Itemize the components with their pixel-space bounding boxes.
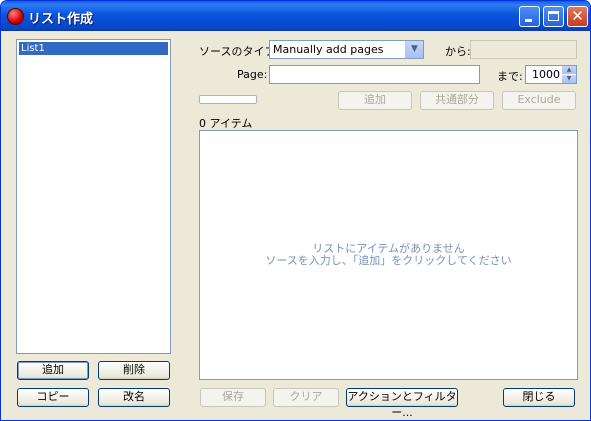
to-label: まで: — [497, 70, 523, 83]
minimize-icon — [525, 19, 532, 22]
close-window-button[interactable]: ✕ — [567, 6, 588, 27]
source-type-select[interactable]: Manually add pages ▼ — [269, 40, 424, 59]
list-item[interactable]: List1 — [19, 42, 168, 55]
progress-bar — [199, 95, 257, 104]
source-type-value: Manually add pages — [273, 43, 384, 56]
from-field[interactable] — [470, 40, 577, 59]
minimize-button[interactable] — [519, 6, 540, 27]
close-icon: ✕ — [571, 7, 584, 25]
page-label: Page: — [237, 68, 268, 81]
to-stepper[interactable]: 1000 ▲ ▼ — [525, 65, 577, 84]
close-button[interactable]: 閉じる — [503, 388, 575, 407]
maximize-icon — [548, 11, 559, 21]
clear-button[interactable]: クリア — [273, 388, 339, 407]
to-value: 1000 — [532, 68, 560, 81]
page-field[interactable] — [269, 65, 480, 84]
actions-filters-button[interactable]: アクションとフィルター... — [346, 388, 458, 419]
delete-list-button[interactable]: 削除 — [98, 361, 170, 380]
items-list[interactable]: リストにアイテムがありません ソースを入力し、「追加」をクリックしてください — [199, 130, 578, 380]
app-icon — [7, 8, 24, 25]
spin-down-icon[interactable]: ▼ — [562, 75, 576, 83]
title-bar[interactable]: リスト作成 ✕ — [1, 1, 590, 31]
window-title: リスト作成 — [28, 12, 94, 27]
from-label: から: — [445, 45, 471, 58]
source-type-label: ソースのタイプ: — [199, 45, 280, 58]
add-source-button[interactable]: 追加 — [338, 91, 412, 110]
intersect-button[interactable]: 共通部分 — [420, 91, 494, 110]
chevron-down-icon[interactable]: ▼ — [405, 41, 423, 58]
spin-up-icon[interactable]: ▲ — [562, 66, 576, 74]
list-builder-window: リスト作成 ✕ List1 追加 削除 コピー 改名 ソースのタイプ: Manu… — [0, 0, 591, 421]
exclude-button[interactable]: Exclude — [502, 91, 576, 110]
lists-listbox[interactable]: List1 — [16, 39, 171, 354]
save-button[interactable]: 保存 — [200, 388, 266, 407]
item-count-label: 0 アイテム — [199, 117, 253, 130]
empty-message: リストにアイテムがありません ソースを入力し、「追加」をクリックしてください — [200, 243, 577, 267]
maximize-button[interactable] — [543, 6, 564, 27]
rename-list-button[interactable]: 改名 — [98, 388, 170, 407]
copy-list-button[interactable]: コピー — [17, 388, 89, 407]
empty-message-line2: ソースを入力し、「追加」をクリックしてください — [265, 254, 512, 267]
add-list-button[interactable]: 追加 — [17, 361, 89, 380]
